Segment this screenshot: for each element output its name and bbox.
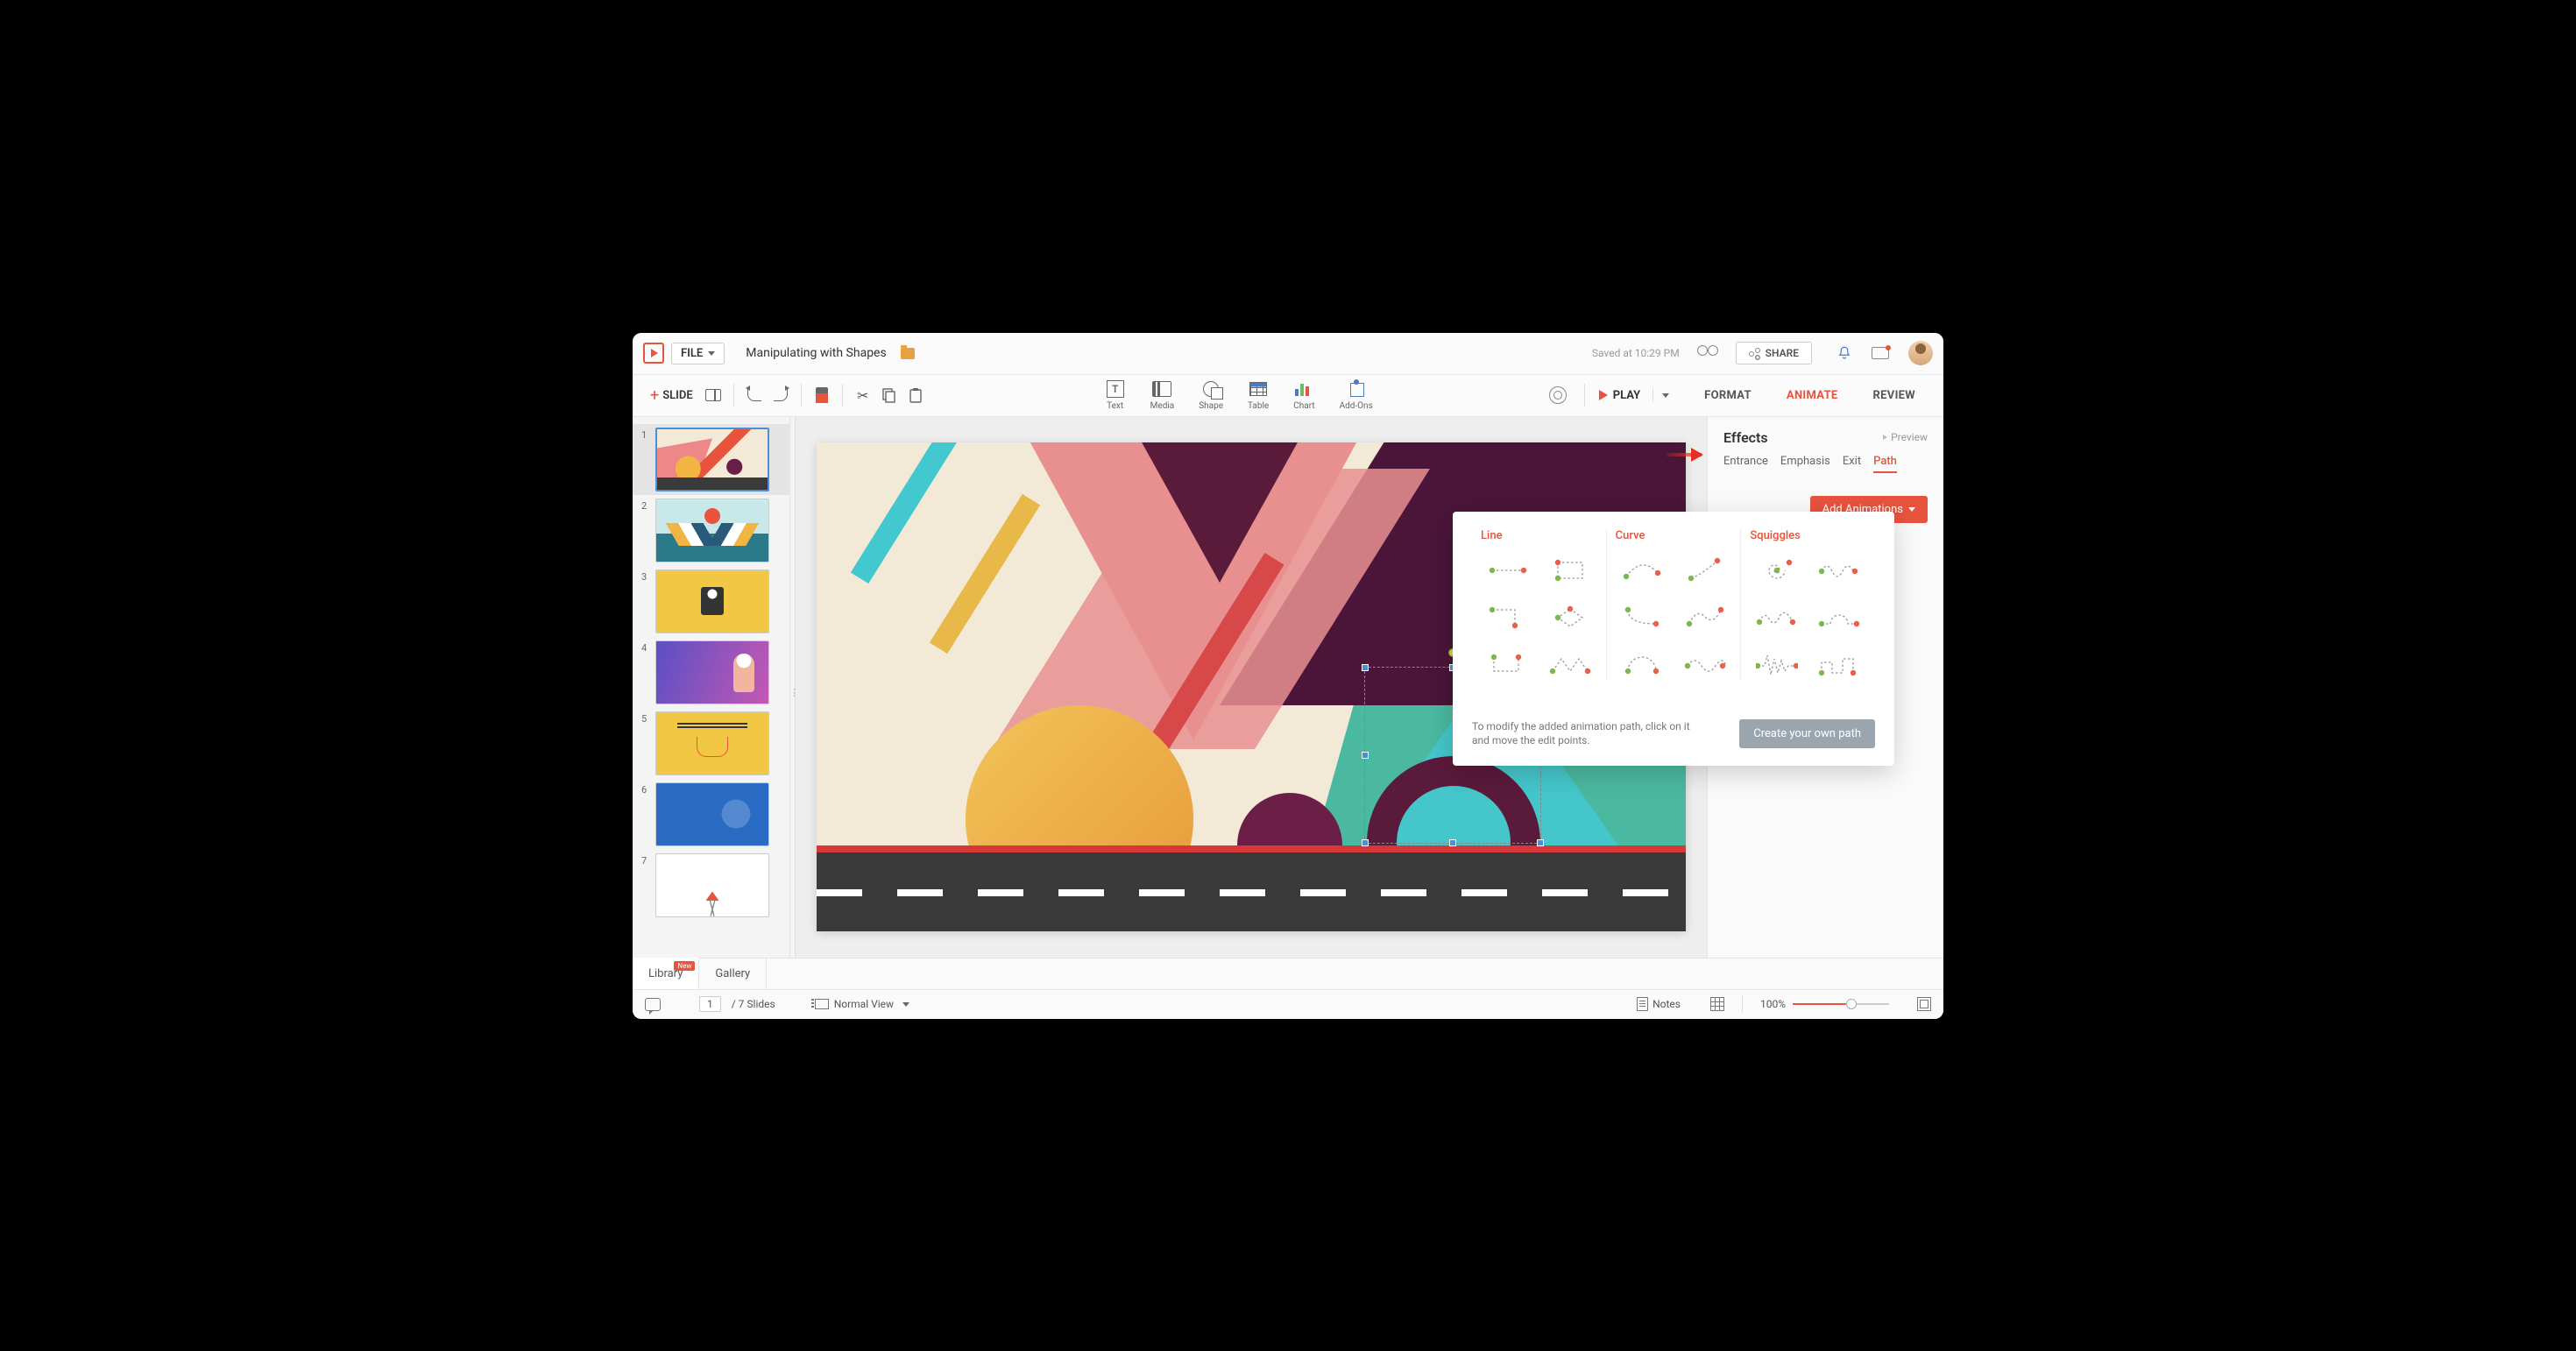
tab-animate[interactable]: ANIMATE bbox=[1769, 377, 1856, 414]
path-hint-text: To modify the added animation path, clic… bbox=[1472, 719, 1709, 749]
bottom-tab-gallery[interactable]: Gallery bbox=[699, 958, 767, 989]
thumb-1[interactable]: 1 bbox=[633, 424, 789, 495]
insert-text[interactable]: TText bbox=[1105, 379, 1126, 411]
path-col-line: Line bbox=[1481, 529, 1597, 542]
path-popover: Line Curve bbox=[1453, 512, 1894, 767]
thumb-3[interactable]: 3 bbox=[633, 566, 789, 637]
mail-icon[interactable] bbox=[1872, 347, 1889, 359]
path-squiggle-heartbeat[interactable] bbox=[1750, 649, 1803, 681]
insert-chart[interactable]: Chart bbox=[1293, 379, 1314, 411]
undo-button[interactable] bbox=[744, 385, 765, 406]
path-line-elbow[interactable] bbox=[1481, 602, 1534, 633]
resize-handle[interactable] bbox=[1362, 839, 1369, 846]
slide-thumbnails[interactable]: 1 2 3 4 5 6 7 bbox=[633, 417, 790, 958]
path-squiggle-random[interactable] bbox=[1750, 602, 1803, 633]
settings-icon[interactable] bbox=[1549, 386, 1567, 404]
path-line-u[interactable] bbox=[1481, 649, 1534, 681]
path-col-curve: Curve bbox=[1616, 529, 1732, 542]
saved-status: Saved at 10:29 PM bbox=[1592, 347, 1680, 359]
slide-count: / 7 Slides bbox=[732, 998, 775, 1010]
layout-button[interactable] bbox=[703, 385, 724, 406]
path-line-straight[interactable] bbox=[1481, 555, 1534, 586]
path-curve-corner[interactable] bbox=[1616, 602, 1669, 633]
format-painter[interactable] bbox=[811, 385, 832, 406]
comments-icon[interactable] bbox=[645, 998, 661, 1011]
view-selector[interactable]: Normal View bbox=[809, 995, 916, 1013]
cut-button[interactable]: ✂ bbox=[853, 385, 874, 406]
paste-button[interactable] bbox=[905, 385, 926, 406]
share-icon bbox=[1749, 348, 1760, 359]
new-slide-button[interactable]: +SLIDE bbox=[643, 383, 700, 408]
thumb-5[interactable]: 5 bbox=[633, 708, 789, 779]
thumb-6[interactable]: 6 bbox=[633, 779, 789, 850]
insert-shape[interactable]: Shape bbox=[1199, 379, 1223, 411]
file-menu[interactable]: FILE bbox=[671, 343, 725, 364]
play-button[interactable]: PLAY bbox=[1592, 385, 1676, 406]
path-line-diamond[interactable] bbox=[1543, 602, 1596, 633]
effects-tab-path[interactable]: Path bbox=[1873, 455, 1897, 473]
path-squiggle-bump[interactable] bbox=[1813, 602, 1866, 633]
bell-icon[interactable] bbox=[1836, 345, 1852, 361]
thumb-7[interactable]: 7 bbox=[633, 850, 789, 921]
resize-handle[interactable] bbox=[1449, 839, 1456, 846]
path-squiggle-steps[interactable] bbox=[1813, 649, 1866, 681]
collaborators-icon[interactable] bbox=[1697, 345, 1718, 361]
share-button[interactable]: SHARE bbox=[1736, 342, 1812, 364]
folder-icon[interactable] bbox=[901, 348, 915, 359]
insert-media[interactable]: Media bbox=[1150, 379, 1175, 411]
resize-handle[interactable] bbox=[1537, 839, 1544, 846]
path-curve-wave[interactable] bbox=[1678, 649, 1731, 681]
grid-view-icon[interactable] bbox=[1710, 997, 1724, 1011]
doc-title[interactable]: Manipulating with Shapes bbox=[746, 346, 886, 360]
path-curve-s[interactable] bbox=[1678, 602, 1731, 633]
path-curve-semicircle[interactable] bbox=[1616, 649, 1669, 681]
tab-review[interactable]: REVIEW bbox=[1856, 377, 1933, 414]
thumb-4[interactable]: 4 bbox=[633, 637, 789, 708]
path-curve-arc[interactable] bbox=[1616, 555, 1669, 586]
path-squiggle-loops[interactable] bbox=[1813, 555, 1866, 586]
current-slide-input[interactable]: 1 bbox=[699, 996, 721, 1012]
redo-button[interactable] bbox=[770, 385, 791, 406]
path-line-zigzag[interactable] bbox=[1543, 649, 1596, 681]
fullscreen-icon[interactable] bbox=[1917, 997, 1931, 1011]
copy-button[interactable] bbox=[879, 385, 900, 406]
effects-tab-exit[interactable]: Exit bbox=[1843, 455, 1861, 473]
insert-addons[interactable]: Add-Ons bbox=[1340, 379, 1373, 411]
panel-title: Effects bbox=[1723, 429, 1768, 446]
tab-format[interactable]: FORMAT bbox=[1687, 377, 1769, 414]
effects-tab-emphasis[interactable]: Emphasis bbox=[1780, 455, 1830, 473]
insert-table[interactable]: Table bbox=[1248, 379, 1269, 411]
effects-tab-entrance[interactable]: Entrance bbox=[1723, 455, 1768, 473]
path-col-squiggles: Squiggles bbox=[1750, 529, 1866, 542]
resize-handle[interactable] bbox=[1362, 664, 1369, 671]
zoom-value: 100% bbox=[1760, 998, 1786, 1010]
resize-handle[interactable] bbox=[1362, 752, 1369, 759]
user-avatar[interactable] bbox=[1908, 341, 1933, 365]
path-squiggle-spiral[interactable] bbox=[1750, 555, 1803, 586]
create-own-path-button[interactable]: Create your own path bbox=[1739, 719, 1875, 748]
app-logo[interactable] bbox=[643, 343, 664, 364]
zoom-slider[interactable] bbox=[1793, 1003, 1889, 1005]
notes-button[interactable]: Notes bbox=[1637, 997, 1681, 1011]
thumb-2[interactable]: 2 bbox=[633, 495, 789, 566]
bottom-tab-library[interactable]: LibraryNew bbox=[633, 958, 699, 989]
preview-link[interactable]: Preview bbox=[1883, 431, 1928, 443]
path-line-rect[interactable] bbox=[1543, 555, 1596, 586]
path-curve-diag[interactable] bbox=[1678, 555, 1731, 586]
